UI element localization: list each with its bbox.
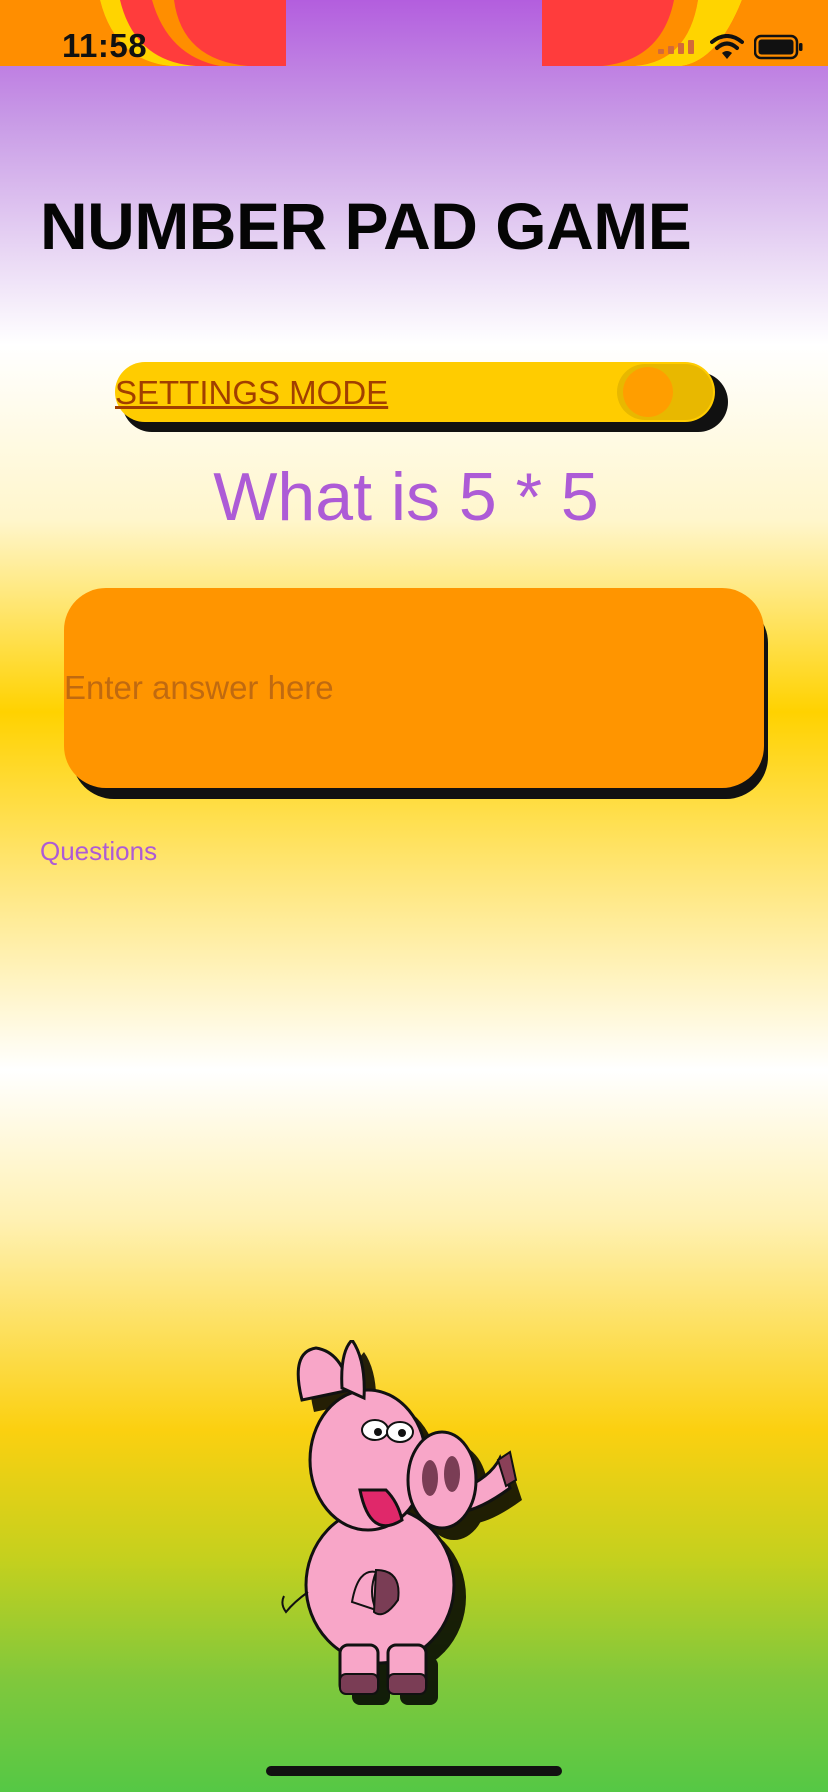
questions-link[interactable]: Questions <box>40 836 157 867</box>
battery-icon <box>754 34 803 60</box>
home-indicator[interactable] <box>266 1766 562 1776</box>
status-time: 11:58 <box>62 27 148 64</box>
pig-mascot <box>281 1340 522 1705</box>
settings-mode-label[interactable]: SETTINGS MODE <box>115 374 388 412</box>
settings-mode-row[interactable]: SETTINGS MODE <box>115 362 715 422</box>
signal-icon <box>658 40 694 54</box>
wifi-icon <box>710 34 744 59</box>
status-bar-left: 11:58 <box>0 0 286 66</box>
status-bar-right <box>542 0 828 66</box>
answer-input[interactable] <box>64 588 764 788</box>
answer-field-container[interactable] <box>64 588 764 788</box>
status-icons <box>658 34 804 60</box>
settings-toggle-knob[interactable] <box>623 367 673 417</box>
page-title: NUMBER PAD GAME <box>40 189 692 263</box>
question-text: What is 5 * 5 <box>213 459 599 535</box>
